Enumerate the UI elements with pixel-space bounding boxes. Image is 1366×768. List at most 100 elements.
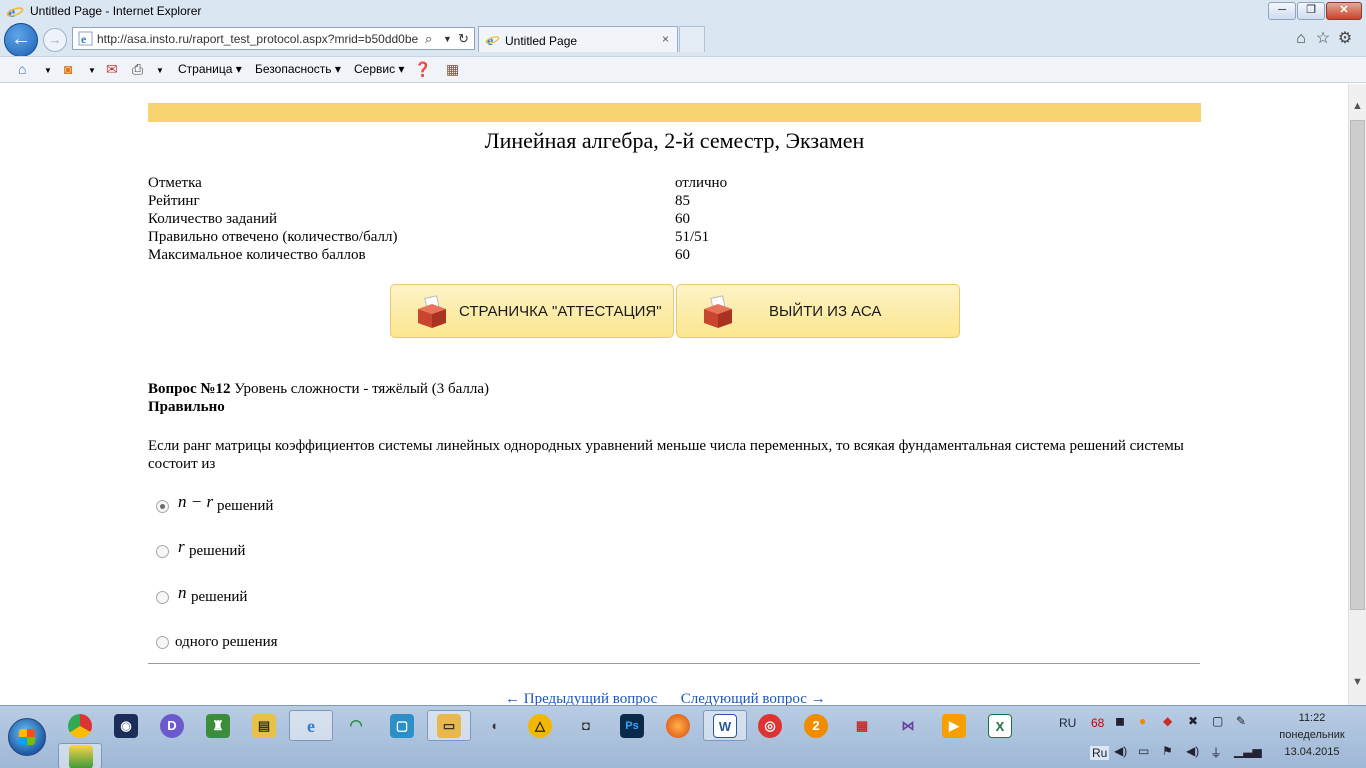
window-app-icon[interactable]: ▢ [390, 714, 414, 738]
previous-question-link[interactable]: ← Предыдущий вопрос [505, 691, 657, 705]
home-icon[interactable]: ⌂ [1290, 30, 1312, 48]
tray-pen-icon[interactable]: ✎ [1236, 714, 1246, 728]
stat-value: отлично [675, 175, 728, 191]
mail-icon[interactable]: ✉ [106, 61, 118, 78]
svg-text:e: e [487, 34, 493, 47]
word-icon[interactable]: W [713, 714, 737, 738]
action-center-flag-icon[interactable]: ⚑ [1162, 744, 1173, 758]
media-player-icon[interactable]: ◉ [114, 714, 138, 738]
new-tab-button[interactable] [679, 26, 705, 52]
print-icon[interactable]: ⎙ [132, 61, 143, 78]
divider [148, 663, 1200, 664]
navigation-bar: ← → e http://asa.insto.ru/raport_test_pr… [0, 22, 1366, 57]
arrow-left-icon: ← [11, 28, 31, 50]
browser-tab[interactable]: e Untitled Page × [478, 26, 678, 52]
camera-icon[interactable]: ◘ [574, 714, 598, 738]
attestation-page-button[interactable]: СТРАНИЧКА "АТТЕСТАЦИЯ" [390, 284, 674, 338]
ballot-box-icon [418, 295, 446, 328]
refresh-icon[interactable]: ↻ [458, 31, 469, 47]
radio-button[interactable] [156, 545, 169, 558]
option-formula: n [178, 583, 187, 602]
address-bar[interactable]: e http://asa.insto.ru/raport_test_protoc… [72, 27, 475, 50]
minimize-button[interactable]: ─ [1268, 2, 1296, 20]
chevron-down-icon[interactable]: ▼ [44, 66, 52, 75]
avast-icon[interactable]: △ [528, 714, 552, 738]
research-icon[interactable]: ▦ [446, 61, 459, 78]
tray-paper-icon[interactable]: ▢ [1212, 714, 1223, 728]
installer-icon[interactable]: ♜ [206, 714, 230, 738]
stat-row-max-score: Максимальное количество баллов 60 [148, 247, 948, 265]
window-title: Untitled Page - Internet Explorer [30, 4, 202, 18]
start-button[interactable] [8, 718, 46, 756]
exit-asa-button[interactable]: ВЫЙТИ ИЗ АСА [676, 284, 960, 338]
favorites-star-icon[interactable]: ☆ [1312, 28, 1334, 48]
notes-icon[interactable]: ▤ [252, 714, 276, 738]
stat-label: Отметка [148, 175, 202, 191]
visual-studio-icon[interactable]: ⋈ [896, 714, 920, 738]
gear-icon[interactable]: ⚙ [1334, 28, 1356, 48]
video-player-icon[interactable]: ▶ [942, 714, 966, 738]
tab-title: Untitled Page [505, 34, 578, 48]
tab-close-button[interactable]: × [662, 32, 669, 46]
back-button[interactable]: ← [4, 23, 38, 57]
photoshop-icon[interactable]: Ps [620, 714, 644, 738]
dropdown-arrow-icon[interactable]: ▼ [443, 34, 452, 44]
stat-label: Рейтинг [148, 193, 200, 209]
chrome-icon[interactable] [68, 714, 92, 738]
volume-icon[interactable]: ◀) [1186, 744, 1199, 758]
nvidia-tray-icon[interactable]: ◼ [1115, 714, 1125, 728]
system-clock[interactable]: 11:22 понедельник 13.04.2015 [1262, 710, 1362, 761]
svg-text:e: e [81, 32, 87, 46]
tray-badge-counter[interactable]: 68 [1091, 716, 1104, 730]
excel-icon[interactable]: X [988, 714, 1012, 738]
network-monitor-icon[interactable]: ▭ [1138, 744, 1149, 758]
firefox-icon[interactable] [666, 714, 690, 738]
home-icon[interactable]: ⌂ [18, 61, 26, 77]
radio-button-selected[interactable] [156, 500, 169, 513]
tray-orange-icon[interactable]: ● [1139, 714, 1146, 728]
chevron-down-icon[interactable]: ▼ [156, 66, 164, 75]
wifi-icon[interactable]: ◠ [344, 714, 368, 738]
forward-button[interactable]: → [43, 28, 67, 52]
page-menu[interactable]: Страница ▾ [178, 62, 242, 76]
url-text[interactable]: http://asa.insto.ru/raport_test_protocol… [97, 32, 423, 46]
vertical-scrollbar[interactable]: ▲ ▼ [1348, 84, 1366, 705]
rss-feed-icon[interactable]: ◙ [64, 61, 72, 77]
arrow-right-icon: → [48, 32, 62, 47]
radio-button[interactable] [156, 591, 169, 604]
safety-menu[interactable]: Безопасность ▾ [255, 62, 341, 76]
speaker-tray-icon[interactable]: ◀) [1114, 744, 1127, 758]
stat-value: 85 [675, 193, 690, 209]
tray-app-icon[interactable]: ◆ [1163, 714, 1172, 728]
search-icon[interactable]: ⌕ [425, 31, 432, 47]
taskbar-secondary-item[interactable] [58, 743, 102, 768]
ie-page-icon: e [78, 31, 93, 46]
maximize-button[interactable]: ❐ [1297, 2, 1325, 20]
internet-explorer-taskbar-icon[interactable]: e [299, 714, 323, 738]
scrollbar-thumb[interactable] [1350, 120, 1365, 610]
service-menu[interactable]: Сервис ▾ [354, 62, 404, 76]
grid-app-icon[interactable]: ▦ [850, 714, 874, 738]
chevron-down-icon[interactable]: ▼ [88, 66, 96, 75]
tray-shield-icon[interactable]: ✖ [1188, 714, 1198, 728]
help-icon[interactable]: ❓ [414, 61, 431, 78]
keyboard-layout-indicator[interactable]: Ru [1090, 746, 1110, 760]
question-text: Если ранг матрицы коэффициентов системы … [148, 438, 1184, 472]
next-question-link[interactable]: Следующий вопрос → [681, 691, 826, 705]
option-label: решений [191, 589, 248, 605]
language-indicator[interactable]: RU [1059, 716, 1076, 730]
app-2-icon[interactable]: 2 [804, 714, 828, 738]
scroll-up-icon[interactable]: ▲ [1349, 100, 1366, 112]
stat-label: Максимальное количество баллов [148, 247, 366, 263]
scroll-down-icon[interactable]: ▼ [1349, 676, 1366, 688]
daemon-tools-icon[interactable]: D [160, 714, 184, 738]
option-formula: r [178, 537, 185, 556]
stat-row-rating: Рейтинг 85 [148, 193, 948, 211]
power-plug-icon[interactable]: ⏚ [1210, 744, 1222, 761]
close-window-button[interactable]: ✕ [1326, 2, 1362, 20]
folder-icon[interactable]: ▭ [437, 714, 461, 738]
radio-button[interactable] [156, 636, 169, 649]
volume-app-icon[interactable]: ◖ [482, 714, 506, 738]
app-red-icon[interactable]: ◎ [758, 714, 782, 738]
signal-bars-icon[interactable]: ▁▃▅ [1234, 744, 1262, 758]
